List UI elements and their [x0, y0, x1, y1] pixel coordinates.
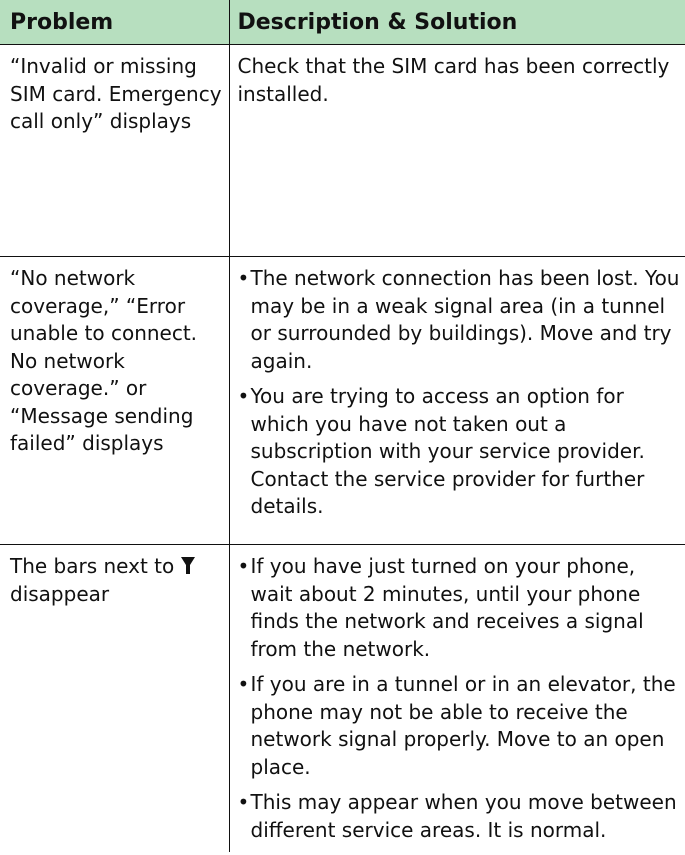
- solution-item: This may appear when you move between di…: [238, 789, 682, 844]
- problem-text-suffix: disappear: [10, 581, 110, 606]
- table-row: “No network coverage,” “Error unable to …: [0, 256, 685, 545]
- solution-item: If you are in a tunnel or in an elevator…: [238, 671, 682, 781]
- signal-strength-icon: [180, 554, 195, 574]
- table-row: The bars next to disappear If you have j…: [0, 544, 685, 852]
- solution-item: The network connection has been lost. Yo…: [238, 265, 682, 375]
- problem-cell: “No network coverage,” “Error unable to …: [0, 256, 230, 545]
- solution-list: The network connection has been lost. Yo…: [238, 265, 682, 521]
- solution-list: If you have just turned on your phone, w…: [238, 553, 682, 844]
- solution-item: You are trying to access an option for w…: [238, 383, 682, 521]
- problem-cell: “Invalid or missing SIM card. Emergency …: [0, 44, 230, 257]
- problem-cell: The bars next to disappear: [0, 544, 230, 852]
- table-header-row: Problem Description & Solution: [0, 0, 685, 45]
- solution-item: If you have just turned on your phone, w…: [238, 553, 682, 663]
- description-cell: Check that the SIM card has been correct…: [228, 44, 685, 257]
- description-cell: If you have just turned on your phone, w…: [228, 544, 685, 852]
- table-row: “Invalid or missing SIM card. Emergency …: [0, 44, 685, 257]
- troubleshooting-table: Problem Description & Solution “Invalid …: [0, 0, 685, 852]
- description-column-header: Description & Solution: [228, 0, 685, 45]
- problem-column-header: Problem: [0, 0, 230, 45]
- description-cell: The network connection has been lost. Yo…: [228, 256, 685, 545]
- problem-text-prefix: The bars next to: [10, 554, 175, 578]
